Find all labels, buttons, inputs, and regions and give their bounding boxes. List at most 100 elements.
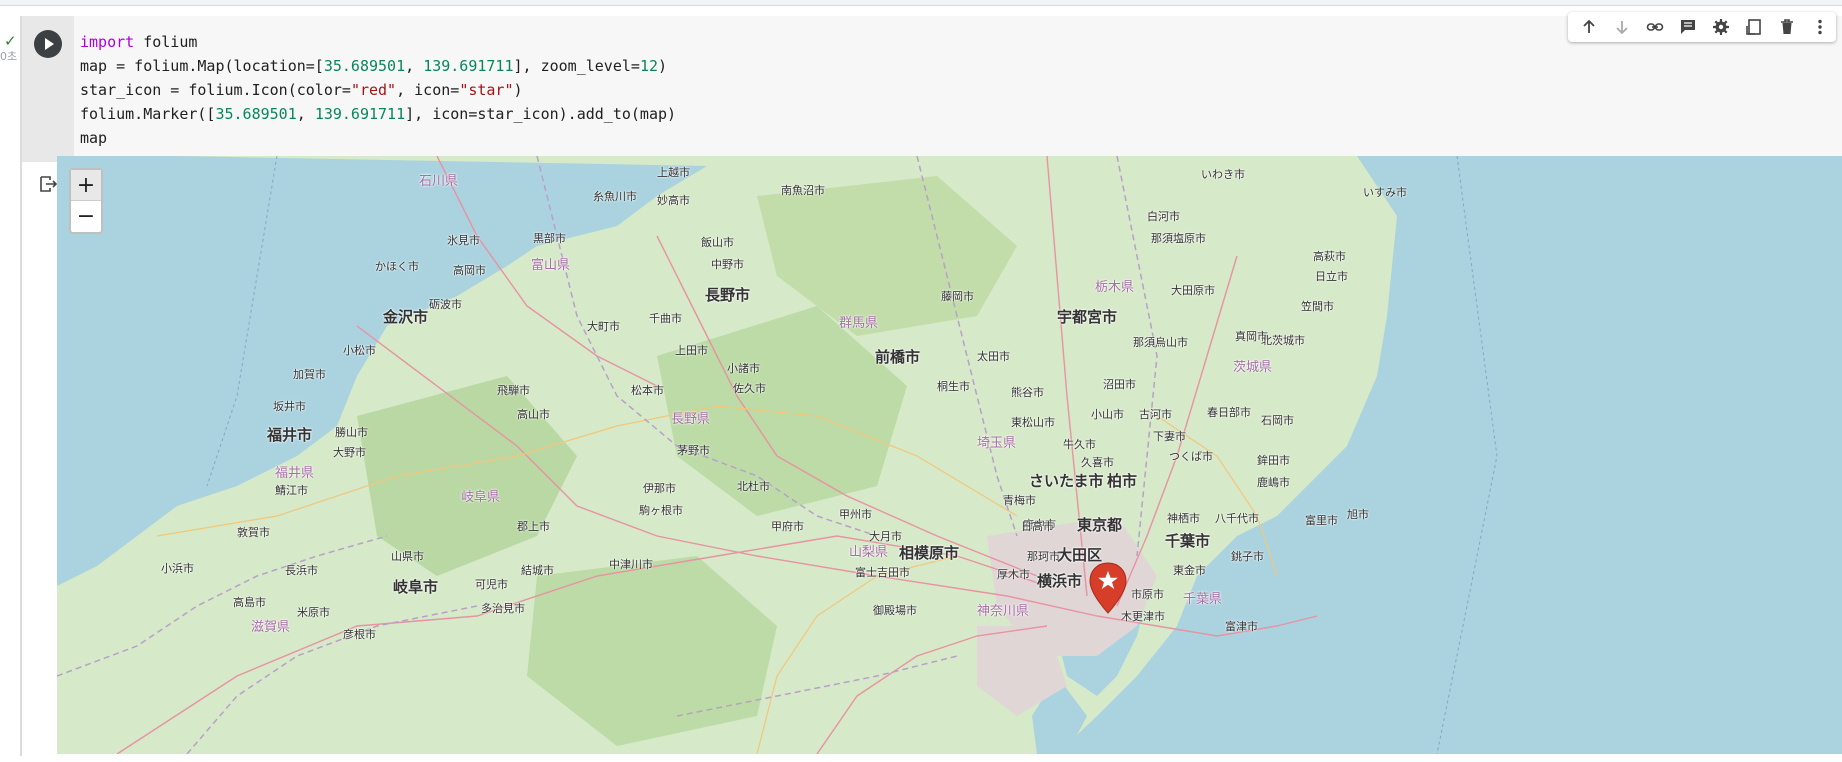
map-label-city: 藤岡市	[941, 290, 974, 303]
map-label-prefecture: 石川県	[419, 174, 459, 189]
map-label-city: 東京都	[1077, 516, 1123, 534]
zoom-in-button[interactable]: +	[71, 170, 101, 201]
map-label-city: 北茨城市	[1261, 334, 1305, 347]
map-label-city: 福井市	[267, 426, 313, 444]
map-label-city: つくば市	[1169, 450, 1213, 463]
map-label-city: 那珂市	[1027, 550, 1060, 563]
run-cell-button[interactable]	[34, 30, 62, 58]
map-label-city: 小山市	[1091, 408, 1124, 421]
map-marker[interactable]	[1089, 562, 1127, 614]
map-label-city: 石岡市	[1261, 414, 1294, 427]
map-label-city: 鹿嶋市	[1257, 476, 1290, 489]
map-base-layer	[57, 156, 1498, 754]
map-label-city: 上越市	[657, 166, 690, 179]
arrow-up-icon	[1582, 19, 1595, 33]
map-label-city: 松本市	[631, 384, 664, 397]
map-label-city: 小浜市	[161, 562, 194, 575]
map-label-city: 横浜市	[1037, 572, 1083, 590]
map-label-city: 長野市	[705, 286, 751, 304]
map-label-city: 高山市	[517, 408, 550, 421]
mirror-cell-button[interactable]	[1737, 12, 1770, 42]
map-label-city: 那須烏山市	[1133, 336, 1188, 349]
map-label-city: 可児市	[475, 578, 508, 591]
map-label-city: 宇都宮市	[1057, 308, 1118, 326]
map-label-city: 岐阜市	[393, 578, 439, 596]
map-label-city: 前橋市	[875, 348, 921, 366]
map-label-city: 大月市	[869, 530, 902, 543]
map-label-city: 富津市	[1225, 620, 1258, 633]
code-line-1: import folium	[80, 33, 198, 51]
map-label-city: 八千代市	[1215, 512, 1259, 525]
map-label-city: 高島市	[233, 596, 266, 609]
map-label-prefecture: 埼玉県	[977, 436, 1017, 451]
map-label-city: 金沢市	[383, 308, 429, 326]
map-label-city: 中津川市	[609, 558, 653, 571]
move-down-button[interactable]	[1605, 12, 1638, 42]
code-line-2: map = folium.Map(location=[35.689501, 13…	[80, 57, 668, 75]
mirror-cell-icon	[1745, 19, 1761, 35]
map-label-city: 日高市	[1021, 520, 1054, 533]
map-label-city: 熊谷市	[1011, 386, 1044, 399]
code-line-5: map	[80, 129, 108, 147]
map-label-city: 沼田市	[1103, 378, 1136, 391]
zoom-out-button[interactable]: −	[71, 201, 101, 232]
map-label-city: 千曲市	[649, 312, 682, 325]
map-label-city: 飛騨市	[497, 384, 530, 397]
map-label-city: 市原市	[1131, 588, 1164, 601]
map-label-city: 鯖江市	[275, 484, 308, 497]
map-label-city: 糸魚川市	[593, 190, 637, 203]
move-up-button[interactable]	[1572, 12, 1605, 42]
map-label-city: 砺波市	[429, 298, 462, 311]
map-label-city: 敦賀市	[237, 526, 270, 539]
map-label-city: 神栖市	[1167, 512, 1200, 525]
delete-cell-button[interactable]	[1770, 12, 1803, 42]
map-label-city: 高岡市	[453, 264, 486, 277]
map-label-city: 東金市	[1173, 564, 1206, 577]
map-label-city: 南魚沼市	[781, 184, 825, 197]
map-label-city: 下妻市	[1153, 430, 1186, 443]
map-label-city: 牛久市	[1063, 438, 1096, 451]
map-label-prefecture: 長野県	[671, 412, 711, 427]
map-label-city: 東松山市	[1011, 416, 1055, 429]
map-label-city: 相模原市	[899, 544, 960, 562]
folium-map[interactable]: + − 長野市 金沢市 前橋市 宇都宮市 福井市 柏市 東京都 千葉市 相模原市…	[57, 156, 1842, 754]
execution-time: 0초	[0, 50, 18, 63]
map-label-prefecture: 群馬県	[839, 316, 879, 331]
map-label-city: 氷見市	[447, 234, 480, 247]
map-label-city: 大田原市	[1171, 284, 1215, 297]
map-label-city: 太田市	[977, 350, 1010, 363]
map-label-city: 厚木市	[997, 568, 1030, 581]
copy-link-button[interactable]	[1638, 12, 1671, 42]
map-label-prefecture: 福井県	[275, 466, 315, 481]
map-label-city: 駒ヶ根市	[639, 504, 683, 517]
map-label-city: 加賀市	[293, 368, 326, 381]
map-label-city: 黒部市	[533, 232, 566, 245]
add-comment-button[interactable]	[1671, 12, 1704, 42]
code-text[interactable]: import folium map = folium.Map(location=…	[80, 30, 676, 150]
map-label-city: 小松市	[343, 344, 376, 357]
map-label-prefecture: 神奈川県	[977, 604, 1030, 619]
gear-icon	[1712, 19, 1729, 35]
map-label-prefecture: 栃木県	[1095, 280, 1135, 295]
map-label-prefecture: 茨城県	[1233, 360, 1273, 375]
more-actions-button[interactable]	[1803, 12, 1836, 42]
map-label-city: 久喜市	[1081, 456, 1114, 469]
map-label-city: 上田市	[675, 344, 708, 357]
map-label-city: 笠間市	[1301, 300, 1334, 313]
cell-toolbar	[1568, 12, 1836, 42]
map-label-city: 白河市	[1147, 210, 1180, 223]
map-label-city: 勝山市	[335, 426, 368, 439]
map-label-city: 結城市	[521, 564, 554, 577]
map-label-city: 柏市	[1107, 472, 1138, 490]
map-label-city: 北杜市	[737, 480, 770, 493]
window-top-border	[0, 0, 1842, 6]
output-options-icon[interactable]	[38, 174, 58, 194]
map-label-city: 鉾田市	[1257, 454, 1290, 467]
map-label-city: 飯山市	[701, 236, 734, 249]
code-line-4: folium.Marker([35.689501, 139.691711], i…	[80, 105, 677, 123]
map-label-city: 銚子市	[1231, 550, 1264, 563]
map-label-city: 大野市	[333, 446, 366, 459]
map-label-city: いわき市	[1201, 168, 1245, 181]
settings-button[interactable]	[1704, 12, 1737, 42]
map-label-prefecture: 富山県	[531, 258, 571, 273]
